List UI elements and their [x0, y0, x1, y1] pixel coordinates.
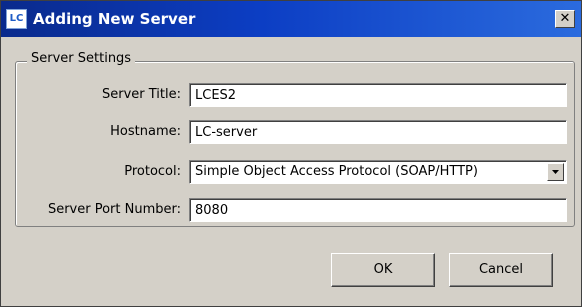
hostname-label: Hostname: — [110, 124, 181, 139]
cancel-button[interactable]: Cancel — [449, 253, 553, 287]
server-port-label: Server Port Number: — [47, 202, 181, 217]
dropdown-arrow-button[interactable] — [547, 163, 564, 181]
dialog-title: Adding New Server — [33, 10, 196, 28]
protocol-selected-value: Simple Object Access Protocol (SOAP/HTTP… — [195, 164, 478, 179]
title-bar[interactable]: LC Adding New Server ✕ — [1, 1, 581, 37]
server-title-input[interactable] — [189, 83, 567, 107]
hostname-input[interactable] — [189, 120, 567, 144]
close-icon[interactable]: ✕ — [555, 10, 575, 28]
protocol-select[interactable]: Simple Object Access Protocol (SOAP/HTTP… — [189, 160, 567, 184]
protocol-label: Protocol: — [124, 164, 181, 179]
lc-app-icon: LC — [6, 9, 27, 29]
server-port-input[interactable] — [189, 198, 567, 222]
dialog-window: LC Adding New Server ✕ Server Settings S… — [0, 0, 582, 307]
chevron-down-icon — [552, 170, 559, 174]
server-title-label: Server Title: — [101, 87, 181, 102]
ok-button[interactable]: OK — [331, 253, 435, 287]
server-settings-label: Server Settings — [27, 50, 136, 68]
